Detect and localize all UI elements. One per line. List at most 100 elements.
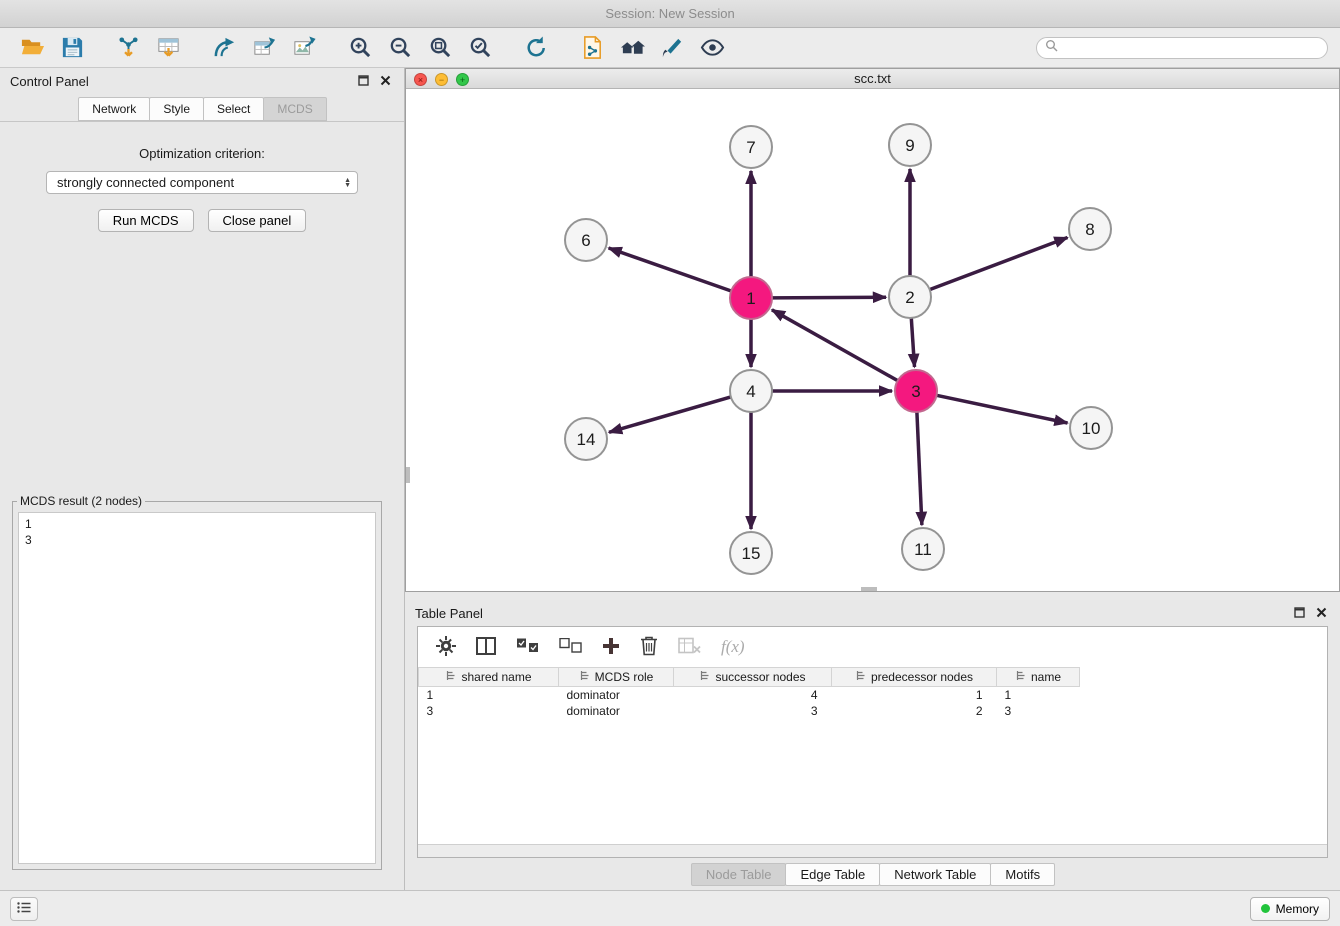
graph-node-label: 9 (905, 136, 914, 155)
graph-edge-2-8[interactable] (930, 238, 1068, 290)
zoom-out-icon (388, 35, 413, 60)
delete-table-button-disabled (678, 637, 701, 657)
trash-icon (640, 635, 658, 659)
column-header-shared-name[interactable]: shared name (419, 668, 559, 687)
memory-button[interactable]: Memory (1250, 897, 1330, 921)
column-attribute-icon (855, 670, 866, 684)
show-column-button[interactable] (476, 637, 496, 658)
float-window-icon (1294, 606, 1305, 621)
tab-mcds[interactable]: MCDS (263, 97, 326, 121)
unselect-all-icon (559, 638, 582, 656)
close-table-panel-button[interactable] (1312, 604, 1330, 622)
apply-style-button[interactable] (652, 31, 692, 65)
task-history-button[interactable] (10, 897, 38, 921)
close-window-button[interactable]: × (414, 73, 427, 86)
tab-select[interactable]: Select (203, 97, 264, 121)
select-all-button[interactable] (516, 638, 539, 656)
minimize-window-button[interactable]: − (435, 73, 448, 86)
mcds-buttons-row: Run MCDS Close panel (0, 209, 404, 232)
window-titlebar[interactable]: Session: New Session (0, 0, 1340, 28)
column-header-successor-nodes[interactable]: successor nodes (674, 668, 832, 687)
import-network-button[interactable] (108, 31, 148, 65)
table-panel-header: Table Panel (405, 600, 1340, 626)
column-header-mcds-role[interactable]: MCDS role (559, 668, 674, 687)
export-image-button[interactable] (284, 31, 324, 65)
zoom-in-button[interactable] (340, 31, 380, 65)
float-table-panel-button[interactable] (1290, 604, 1308, 622)
tab-node-table[interactable]: Node Table (691, 863, 787, 886)
horizontal-scrollbar[interactable] (861, 587, 877, 591)
graph-edge-3-10[interactable] (937, 395, 1068, 423)
float-panel-button[interactable] (354, 72, 372, 90)
table-row[interactable]: 3dominator323 (419, 703, 1328, 719)
application-window: Session: New Session (0, 0, 1340, 926)
graph-edge-4-14[interactable] (609, 397, 731, 432)
network-window-titlebar[interactable]: × − + scc.txt (406, 69, 1339, 89)
graph-edge-2-3[interactable] (911, 318, 914, 367)
graph-edge-3-11[interactable] (917, 412, 922, 525)
refresh-view-button[interactable] (516, 31, 556, 65)
export-table-icon (252, 35, 277, 60)
graph-node-label: 6 (581, 231, 590, 250)
network-document-icon (580, 35, 605, 60)
table-cell: 2 (832, 703, 997, 719)
mcds-result-text[interactable]: 1 3 (18, 512, 376, 864)
export-network-icon (212, 35, 237, 60)
search-icon (1045, 39, 1058, 57)
graph-edge-1-6[interactable] (609, 248, 732, 291)
tab-network[interactable]: Network (78, 97, 150, 121)
graph-node-label: 10 (1082, 419, 1101, 438)
save-session-button[interactable] (52, 31, 92, 65)
table-cell: 1 (419, 687, 559, 703)
table-cell: 3 (419, 703, 559, 719)
add-column-button[interactable] (602, 637, 620, 658)
zoom-out-button[interactable] (380, 31, 420, 65)
column-header-predecessor-nodes[interactable]: predecessor nodes (832, 668, 997, 687)
home-view-button[interactable] (612, 31, 652, 65)
table-cell: 3 (674, 703, 832, 719)
vertical-scrollbar[interactable] (406, 467, 410, 483)
unselect-all-button[interactable] (559, 638, 582, 656)
column-attribute-icon (699, 670, 710, 684)
close-panel-action-button[interactable]: Close panel (208, 209, 307, 232)
graph-node-label: 11 (914, 540, 932, 559)
column-header-name[interactable]: name (997, 668, 1080, 687)
show-hide-button[interactable] (692, 31, 732, 65)
network-graph[interactable]: 7968124314101511 (406, 89, 1339, 591)
close-panel-button[interactable] (376, 72, 394, 90)
column-attribute-icon (445, 670, 456, 684)
graph-edge-3-1[interactable] (772, 310, 898, 381)
zoom-fit-button[interactable] (420, 31, 460, 65)
tab-style[interactable]: Style (149, 97, 204, 121)
export-table-button[interactable] (244, 31, 284, 65)
table-toolbar: f(x) (418, 627, 1327, 667)
zoom-selected-button[interactable] (460, 31, 500, 65)
search-box (1036, 37, 1328, 59)
network-canvas[interactable]: 7968124314101511 (406, 89, 1339, 591)
eye-icon (700, 35, 725, 60)
optimization-criterion-label: Optimization criterion: (0, 146, 404, 161)
delete-column-button[interactable] (640, 635, 658, 659)
table-row[interactable]: 1dominator411 (419, 687, 1328, 703)
tab-network-table[interactable]: Network Table (879, 863, 991, 886)
workspace: Control Panel Network Style Select MCDS … (0, 68, 1340, 890)
run-mcds-button[interactable]: Run MCDS (98, 209, 194, 232)
table-cell: 4 (674, 687, 832, 703)
clone-network-button[interactable] (572, 31, 612, 65)
tab-motifs[interactable]: Motifs (990, 863, 1055, 886)
table-horizontal-scrollbar[interactable] (418, 844, 1327, 857)
control-panel-tabs: Network Style Select MCDS (0, 94, 404, 122)
right-column: × − + scc.txt 7968124314101511 Table Pan… (405, 68, 1340, 890)
panel-gap (405, 592, 1340, 600)
tab-edge-table[interactable]: Edge Table (785, 863, 880, 886)
table-settings-button[interactable] (436, 636, 456, 659)
zoom-window-button[interactable]: + (456, 73, 469, 86)
graph-edge-1-2[interactable] (772, 297, 886, 298)
columns-icon (476, 637, 496, 658)
select-all-icon (516, 638, 539, 656)
search-input[interactable] (1063, 41, 1319, 55)
open-file-button[interactable] (12, 31, 52, 65)
optimization-criterion-select[interactable]: strongly connected component ▲▼ (46, 171, 358, 194)
import-table-button[interactable] (148, 31, 188, 65)
export-network-button[interactable] (204, 31, 244, 65)
